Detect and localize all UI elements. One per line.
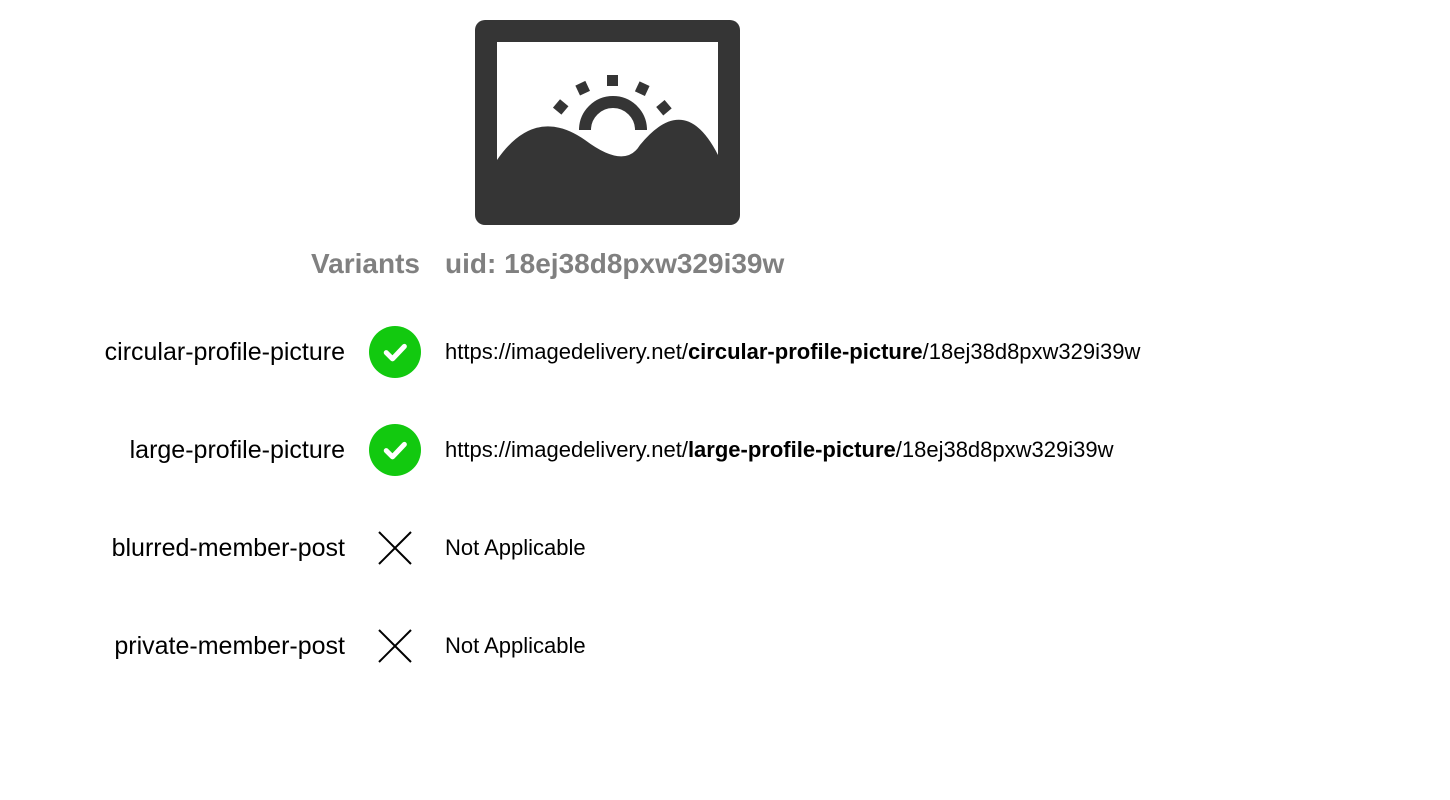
status-ok xyxy=(345,326,445,378)
url-variant-segment: large-profile-picture xyxy=(688,437,896,462)
status-na xyxy=(345,528,445,568)
not-applicable-text: Not Applicable xyxy=(445,535,586,561)
variant-name: blurred-member-post xyxy=(0,534,345,563)
variant-name: large-profile-picture xyxy=(0,436,345,465)
variant-row: large-profile-picturehttps://imagedelive… xyxy=(0,410,1450,490)
url-base: https://imagedelivery.net/ xyxy=(445,437,688,462)
variant-url: https://imagedelivery.net/large-profile-… xyxy=(445,437,1113,463)
variant-row: circular-profile-picturehttps://imagedel… xyxy=(0,312,1450,392)
status-ok xyxy=(345,424,445,476)
na-label: Not Applicable xyxy=(445,535,586,560)
url-uid-segment: /18ej38d8pxw329i39w xyxy=(896,437,1114,462)
url-base: https://imagedelivery.net/ xyxy=(445,339,688,364)
image-placeholder-icon xyxy=(475,20,1450,230)
variant-row: private-member-post Not Applicable xyxy=(0,606,1450,686)
variant-url: https://imagedelivery.net/circular-profi… xyxy=(445,339,1140,365)
variant-name: private-member-post xyxy=(0,632,345,661)
x-icon xyxy=(375,626,415,666)
variants-heading: Variants xyxy=(0,248,445,280)
x-icon xyxy=(375,528,415,568)
url-uid-segment: /18ej38d8pxw329i39w xyxy=(923,339,1141,364)
variant-name: circular-profile-picture xyxy=(0,338,345,367)
uid-heading: uid: 18ej38d8pxw329i39w xyxy=(445,248,784,280)
check-circle-icon xyxy=(369,424,421,476)
check-circle-icon xyxy=(369,326,421,378)
na-label: Not Applicable xyxy=(445,633,586,658)
url-variant-segment: circular-profile-picture xyxy=(688,339,923,364)
variant-row: blurred-member-post Not Applicable xyxy=(0,508,1450,588)
not-applicable-text: Not Applicable xyxy=(445,633,586,659)
status-na xyxy=(345,626,445,666)
